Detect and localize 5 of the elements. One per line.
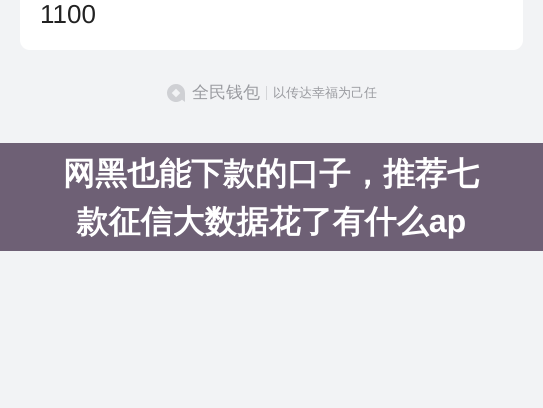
- banner-title: 网黑也能下款的口子，推荐七款征信大数据花了有什么ap: [62, 154, 480, 241]
- brand-name: 全民钱包: [192, 82, 260, 104]
- brand-logo-icon: [166, 82, 186, 103]
- slogan-text: 以传达幸福为己任: [273, 84, 377, 102]
- amount-text: 1100: [40, 0, 96, 28]
